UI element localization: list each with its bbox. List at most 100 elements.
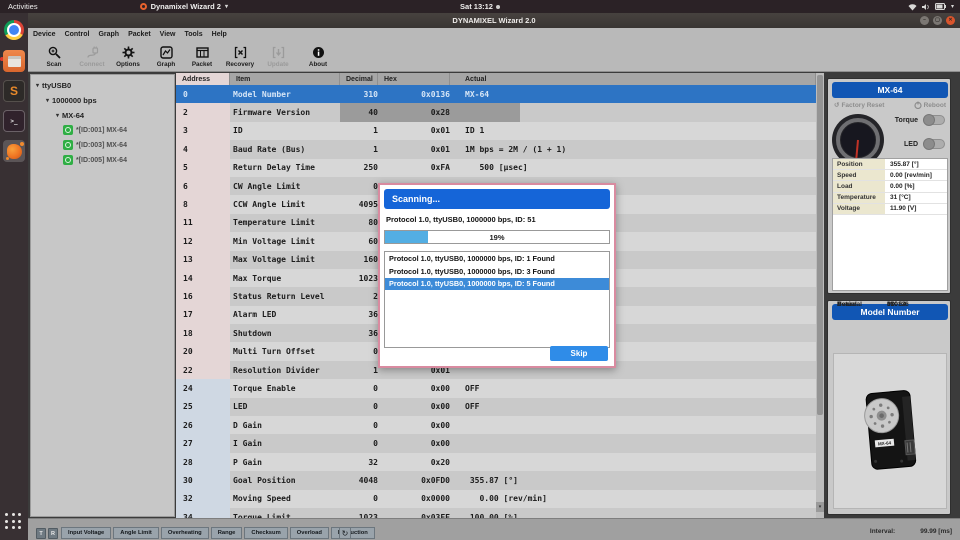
menu-item[interactable]: Tools (185, 31, 203, 38)
scan-result-item[interactable]: Protocol 1.0, ttyUSB0, 1000000 bps, ID: … (385, 277, 609, 291)
stat-label: Load (833, 181, 885, 192)
tree-item-port[interactable]: ▾ ttyUSB0 (36, 78, 71, 92)
close-button[interactable]: ✕ (946, 16, 955, 25)
torque-toggle[interactable] (923, 114, 945, 126)
system-status-area[interactable]: ▾ (908, 3, 954, 11)
about-button[interactable]: About (300, 42, 336, 71)
table-row[interactable]: 0 Model Number 310 0x0136 MX-64 (176, 85, 816, 104)
tree-expand-icon[interactable]: ▾ (56, 112, 59, 119)
scrollbar-down-arrow[interactable]: ▾ (816, 502, 824, 512)
cell-decimal: 0 (373, 420, 378, 430)
cell-decimal: 4095 (358, 200, 378, 210)
cell-actual: OFF (465, 402, 480, 412)
activities-button[interactable]: Activities (8, 2, 38, 11)
table-row[interactable]: 27 I Gain 0 0x00 (176, 434, 816, 453)
tree-expand-icon[interactable]: ▾ (36, 82, 39, 89)
app-indicator-menu[interactable]: Dynamixel Wizard 2 ▾ (139, 2, 228, 11)
table-row[interactable]: 26 D Gain 0 0x00 (176, 416, 816, 435)
cell-actual (450, 416, 816, 434)
alarm-tab[interactable]: Checksum (244, 527, 288, 539)
dock: S >_ (0, 13, 28, 540)
menu-item[interactable]: Graph (98, 31, 119, 38)
cell-item: Status Return Level (233, 291, 325, 301)
options-button[interactable]: Options (110, 42, 146, 71)
refresh-button[interactable]: ↻ (339, 527, 351, 539)
table-row[interactable]: 3 ID 1 0x01 ID 1 (176, 121, 816, 141)
tree-item-device[interactable]: *[ID:001] MX-64 (63, 123, 127, 137)
cell-actual: 355.87 [°] (465, 475, 518, 485)
table-row[interactable]: 4 Baud Rate (Bus) 1 0x01 1M bps = 2M / (… (176, 140, 816, 159)
table-row[interactable]: 34 Torque Limit 1023 0x03FF 100.00 [%] (176, 507, 816, 518)
table-row[interactable]: 24 Torque Enable 0 0x00 OFF (176, 379, 816, 398)
table-scrollbar[interactable]: ▾ (816, 73, 824, 518)
menu-item[interactable]: Device (33, 31, 56, 38)
dock-terminal-icon[interactable]: >_ (3, 110, 25, 132)
tree-item-baud[interactable]: ▾ 1000000 bps (46, 93, 97, 107)
graph-button[interactable]: Graph (148, 42, 184, 71)
window-title-bar[interactable]: DYNAMIXEL Wizard 2.0 – ▢ ✕ (28, 13, 960, 28)
rx-toggle-button[interactable]: R (48, 528, 58, 539)
cell-decimal: 2 (373, 291, 378, 301)
menu-item[interactable]: Control (65, 31, 90, 38)
dock-sublime-icon[interactable]: S (3, 80, 25, 102)
connect-button: Connect (74, 42, 110, 71)
scan-icon (48, 46, 61, 59)
cell-decimal: 1 (373, 365, 378, 375)
tree-item-device[interactable]: *[ID:005] MX-64 (63, 153, 127, 167)
alarm-tab[interactable]: Range (210, 527, 243, 539)
show-applications-button[interactable] (5, 513, 23, 531)
tree-expand-icon[interactable]: ▾ (46, 97, 49, 104)
scan-result-item[interactable]: Protocol 1.0, ttyUSB0, 1000000 bps, ID: … (385, 252, 609, 265)
table-row[interactable]: 5 Return Delay Time 250 0xFA 500 [μsec] (176, 158, 816, 177)
dock-files-icon[interactable] (3, 50, 25, 72)
app-indicator-icon (139, 3, 147, 10)
menu-item[interactable]: Packet (128, 31, 151, 38)
model-info-label: Actual (837, 301, 857, 308)
recovery-button[interactable]: Recovery (222, 42, 258, 71)
scan-button[interactable]: Scan (36, 42, 72, 71)
cell-item: Baud Rate (Bus) (233, 144, 306, 154)
clock-menu[interactable]: Sat 13:12 (460, 2, 500, 11)
maximize-button[interactable]: ▢ (933, 16, 942, 25)
dock-dynamixel-wizard-icon[interactable] (3, 140, 25, 162)
device-panel-title: MX-64 (832, 82, 948, 98)
table-row[interactable]: 25 LED 0 0x00 OFF (176, 397, 816, 417)
cell-hex: 0x0136 (421, 89, 450, 99)
cell-address: 27 (176, 434, 230, 453)
skip-button[interactable]: Skip (550, 346, 608, 361)
tx-toggle-button[interactable]: T (36, 528, 46, 539)
scrollbar-thumb[interactable] (817, 75, 823, 415)
reboot-button[interactable]: Reboot (914, 101, 946, 109)
cell-decimal: 250 (363, 163, 378, 173)
scan-result-item[interactable]: Protocol 1.0, ttyUSB0, 1000000 bps, ID: … (385, 265, 609, 278)
cell-item: Shutdown (233, 328, 272, 338)
menu-item[interactable]: View (160, 31, 176, 38)
table-row[interactable]: 28 P Gain 32 0x20 (176, 452, 816, 472)
packet-button[interactable]: Packet (184, 42, 220, 71)
torque-label: Torque (894, 116, 918, 124)
alarm-tab[interactable]: Overheating (160, 527, 209, 539)
alarm-tab[interactable]: Instruction (330, 527, 375, 539)
cell-actual (450, 453, 816, 471)
cell-item: CW Angle Limit (233, 181, 301, 191)
alarm-tab[interactable]: Overload (289, 527, 329, 539)
minimize-button[interactable]: – (920, 16, 929, 25)
tree-item-model[interactable]: ▾ MX-64 (56, 108, 84, 122)
alarm-tab[interactable]: Angle Limit (113, 527, 159, 539)
flame-icon (5, 141, 24, 160)
led-toggle[interactable] (923, 138, 945, 150)
table-row[interactable]: 32 Moving Speed 0 0x0000 0.00 [rev/min] (176, 489, 816, 508)
cell-address: 14 (176, 268, 230, 288)
table-row[interactable]: 2 Firmware Version 40 0x28 (176, 103, 816, 122)
tree-item-device[interactable]: *[ID:003] MX-64 (63, 138, 127, 152)
alarm-tab[interactable]: Input Voltage (61, 527, 112, 539)
table-row[interactable]: 30 Goal Position 4048 0x0FD0 355.87 [°] (176, 471, 816, 490)
dock-chrome-icon[interactable] (4, 20, 24, 40)
factory-reset-button[interactable]: ↺ Factory Reset (834, 101, 884, 110)
column-header-hex: Hex (378, 73, 450, 85)
stat-row: Voltage 11.90 [V] (833, 203, 947, 215)
cell-hex: 0x20 (430, 457, 450, 467)
menu-item[interactable]: Help (212, 31, 227, 38)
cell-hex: 0x0000 (421, 494, 450, 504)
cell-item: Multi Turn Offset (233, 347, 315, 357)
